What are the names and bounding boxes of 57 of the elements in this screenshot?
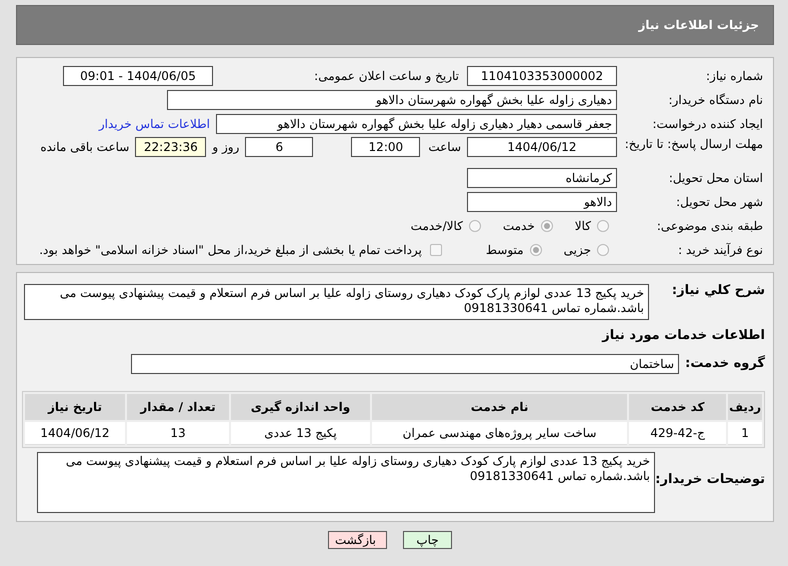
option-label: کالا/خدمت	[410, 219, 463, 233]
field-label: شماره نیاز:	[705, 69, 764, 83]
section-title: اطلاعات خدمات مورد نیاز	[600, 328, 765, 343]
field-label: شهر محل تحویل:	[675, 195, 764, 209]
province-field: کرمانشاه	[467, 168, 617, 188]
field-label: استان محل تحویل:	[668, 171, 764, 185]
radio-button[interactable]	[597, 244, 609, 256]
column-header: تعداد / مقدار	[127, 394, 229, 420]
creator-field: جعفر قاسمی دهیار دهیاری زاوله علیا بخش گهواره شهرستان دالاهو	[216, 114, 617, 134]
table-cell: پکیج 13 عددی	[231, 422, 370, 445]
need-number-field: 1104103353000002	[467, 66, 617, 86]
field-label: تاریخ و ساعت اعلان عمومی:	[313, 69, 460, 83]
page-title: جزئیات اطلاعات نیاز	[638, 18, 759, 32]
field-label: طبقه بندی موضوعی:	[656, 219, 764, 233]
table-cell: ج-42-429	[629, 422, 726, 445]
table-cell: 1	[728, 422, 762, 445]
radio-button[interactable]	[530, 244, 542, 256]
time-label: ساعت	[428, 139, 461, 156]
column-header: تاریخ نیاز	[25, 394, 125, 420]
column-header: نام خدمت	[372, 394, 628, 420]
city-field: دالاهو	[467, 192, 617, 212]
field-label: گروه خدمت:	[684, 354, 766, 373]
option-label: متوسط	[486, 243, 524, 257]
days-field: 6	[245, 137, 314, 157]
checkbox[interactable]	[430, 244, 442, 256]
service-group-field: ساختمان	[131, 354, 679, 374]
buyer-org-field: دهیاری زاوله علیا بخش گهواره شهرستان دالاهو	[167, 90, 617, 110]
announce-date-field: 1404/06/05 - 09:01	[63, 66, 213, 86]
option-label: جزیی	[564, 243, 591, 257]
days-label: روز و	[212, 139, 240, 156]
print-button[interactable]: چاپ	[403, 531, 452, 549]
field-label: مهلت ارسال پاسخ: تا تاریخ:	[624, 137, 764, 153]
column-header: واحد اندازه گیری	[231, 394, 370, 420]
buyer-contact-link[interactable]: اطلاعات تماس خریدار	[98, 117, 210, 131]
description-textarea[interactable]: خرید پکیج 13 عددی لوازم پارک کودک دهیاری روستای زاوله علیا بر اساس فرم استعلام و قیمت پیشنهادی پیوست می باشد.شماره تماس 09181330641	[24, 284, 649, 320]
deadline-date-field: 1404/06/12	[467, 137, 617, 157]
field-label: نام دستگاه خریدار:	[668, 93, 764, 107]
option-label: خدمت	[502, 219, 535, 233]
deadline-time-field: 12:00	[351, 137, 420, 157]
radio-button[interactable]	[597, 220, 609, 232]
radio-button[interactable]	[540, 220, 553, 232]
field-label: ایجاد کننده درخواست:	[651, 117, 764, 131]
radio-button[interactable]	[468, 220, 481, 232]
checkbox-label: پرداخت تمام یا بخشی از مبلغ خرید،از محل "اسناد خزانه اسلامی" خواهد بود.	[39, 243, 422, 257]
remaining-time-field: 22:23:36	[135, 137, 206, 157]
back-button[interactable]: بازگشت	[328, 531, 387, 549]
remaining-label: ساعت باقی مانده	[40, 139, 130, 156]
buyer-notes-textarea[interactable]: خرید پکیج 13 عددی لوازم پارک کودک دهیاری روستای زاوله علیا بر اساس فرم استعلام و قیمت پیشنهادی پیوست می باشد.شماره تماس 09181330641	[37, 452, 655, 513]
column-header: ردیف	[728, 394, 762, 420]
field-label: شرح کلي نياز:	[670, 282, 766, 300]
table-cell: ساخت سایر پروژه‌های مهندسی عمران	[372, 422, 628, 445]
table-cell: 1404/06/12	[25, 422, 125, 445]
table-cell: 13	[127, 422, 229, 445]
column-header: کد خدمت	[629, 394, 726, 420]
field-label: نوع فرآیند خرید :	[677, 243, 764, 257]
option-label: کالا	[574, 219, 591, 233]
field-label: توضیحات خریدار:	[655, 471, 766, 489]
